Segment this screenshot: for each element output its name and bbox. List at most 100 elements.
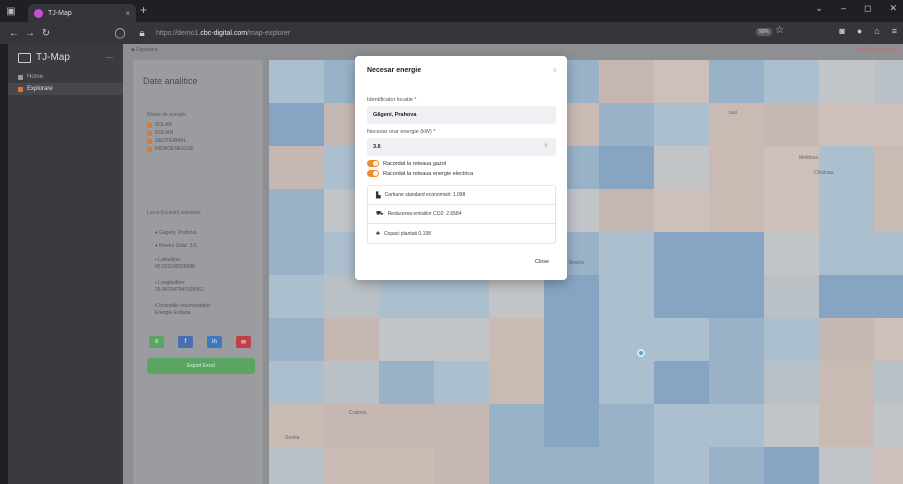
sidebar-item-explorare[interactable]: Explorare [8, 83, 123, 95]
map-grid-cell[interactable] [874, 447, 903, 484]
location-marker-icon[interactable] [637, 349, 645, 357]
map-grid-cell[interactable] [654, 232, 709, 275]
map-grid-cell[interactable] [819, 318, 874, 361]
facebook-icon[interactable]: f [178, 336, 193, 348]
map-grid-cell[interactable] [489, 447, 544, 484]
map-grid-cell[interactable] [379, 447, 434, 484]
map-grid-cell[interactable] [434, 404, 489, 447]
map-grid-cell[interactable] [324, 361, 379, 404]
location-field[interactable]: Găgeni, Prahova [367, 106, 556, 124]
pocket-icon[interactable]: ◙ [839, 26, 844, 36]
browser-tab[interactable]: TJ-Map × [28, 4, 136, 22]
map-grid-cell[interactable] [269, 275, 324, 318]
gas-toggle[interactable] [367, 160, 379, 167]
map-grid-cell[interactable] [489, 318, 544, 361]
map-grid-cell[interactable] [599, 318, 654, 361]
map-grid-cell[interactable] [379, 361, 434, 404]
map-grid-cell[interactable] [599, 447, 654, 484]
csv-icon[interactable]: ≡ [149, 336, 164, 348]
tab-close-icon[interactable]: × [125, 9, 130, 18]
map-grid-cell[interactable] [874, 275, 903, 318]
map-grid-cell[interactable] [819, 447, 874, 484]
map-grid-cell[interactable] [764, 103, 819, 146]
new-tab-button[interactable]: + [140, 3, 147, 17]
map-grid-cell[interactable] [544, 275, 599, 318]
map-grid-cell[interactable] [544, 361, 599, 404]
map-grid-cell[interactable] [874, 404, 903, 447]
email-icon[interactable]: ✉ [236, 336, 251, 348]
map-grid-cell[interactable] [764, 146, 819, 189]
energy-field[interactable]: 3.6 ⇕ [367, 138, 556, 156]
map-grid-cell[interactable] [544, 447, 599, 484]
map-grid-cell[interactable] [654, 361, 709, 404]
map-grid-cell[interactable] [654, 318, 709, 361]
map-grid-cell[interactable] [709, 275, 764, 318]
legend-item[interactable]: SOLAR [147, 122, 172, 128]
map-grid-cell[interactable] [709, 318, 764, 361]
map-grid-cell[interactable] [599, 361, 654, 404]
map-grid-cell[interactable] [654, 146, 709, 189]
map-grid-cell[interactable] [874, 361, 903, 404]
tab-search-icon[interactable]: ⌄ [815, 3, 823, 14]
window-menu-icon[interactable]: ▣ [0, 0, 22, 22]
account-icon[interactable]: ● [857, 26, 862, 36]
map-grid-cell[interactable] [544, 318, 599, 361]
close-window-icon[interactable]: ✕ [889, 3, 897, 14]
map-grid-cell[interactable] [819, 189, 874, 232]
map-grid-cell[interactable] [654, 404, 709, 447]
map-grid-cell[interactable] [324, 318, 379, 361]
map-grid-cell[interactable] [269, 447, 324, 484]
map-grid-cell[interactable] [379, 275, 434, 318]
map-grid-cell[interactable] [874, 103, 903, 146]
legend-item[interactable]: EOLIAN [147, 130, 173, 136]
map-grid-cell[interactable] [764, 232, 819, 275]
map-grid-cell[interactable] [434, 447, 489, 484]
map-grid-cell[interactable] [599, 103, 654, 146]
map-grid-cell[interactable] [269, 103, 324, 146]
gas-toggle-row[interactable]: Racordat la reteaua gazol [367, 160, 446, 167]
map-grid-cell[interactable] [599, 404, 654, 447]
map-grid-cell[interactable] [269, 146, 324, 189]
map-grid-cell[interactable] [874, 189, 903, 232]
map-grid-cell[interactable] [819, 404, 874, 447]
map-grid-cell[interactable] [654, 103, 709, 146]
maximize-icon[interactable]: ◻ [864, 3, 871, 14]
map-grid-cell[interactable] [819, 275, 874, 318]
map-grid-cell[interactable] [269, 232, 324, 275]
bookmark-star-icon[interactable]: ☆ [775, 25, 784, 36]
sidebar-toggle-icon[interactable]: — [106, 54, 113, 61]
breadcrumb[interactable]: ◆ Explorare [131, 47, 158, 53]
modal-close-icon[interactable]: × [552, 66, 557, 75]
map-grid-cell[interactable] [379, 318, 434, 361]
zoom-badge[interactable]: 90% [756, 28, 773, 36]
map-grid-cell[interactable] [489, 275, 544, 318]
map-grid-cell[interactable] [269, 361, 324, 404]
map-grid-cell[interactable] [434, 361, 489, 404]
legend-item[interactable]: HIDROENERGIE [147, 146, 194, 152]
map-grid-cell[interactable] [764, 447, 819, 484]
map-grid-cell[interactable] [764, 275, 819, 318]
forward-icon[interactable]: → [22, 28, 38, 39]
map-grid-cell[interactable] [489, 361, 544, 404]
map-grid-cell[interactable] [874, 146, 903, 189]
address-bar[interactable]: ◯ 🔒︎ https://demo1.cbc-digital.com/map-e… [112, 25, 792, 41]
map-grid-cell[interactable] [709, 404, 764, 447]
map-grid-cell[interactable] [654, 60, 709, 103]
map-grid-cell[interactable] [269, 60, 324, 103]
menu-icon[interactable]: ≡ [892, 26, 897, 36]
map-grid-cell[interactable] [819, 103, 874, 146]
map-grid-cell[interactable] [324, 447, 379, 484]
map-grid-cell[interactable] [819, 232, 874, 275]
map-grid-cell[interactable] [709, 189, 764, 232]
map-grid-cell[interactable] [654, 447, 709, 484]
map-grid-cell[interactable] [764, 404, 819, 447]
extension-icon[interactable]: ⌂ [874, 26, 879, 36]
close-button[interactable]: Close [535, 259, 549, 265]
map-grid-cell[interactable] [764, 361, 819, 404]
map-grid-cell[interactable] [489, 404, 544, 447]
electric-toggle[interactable] [367, 170, 379, 177]
map-grid-cell[interactable] [709, 232, 764, 275]
map-grid-cell[interactable] [654, 275, 709, 318]
linkedin-icon[interactable]: in [207, 336, 222, 348]
map-grid-cell[interactable] [819, 361, 874, 404]
